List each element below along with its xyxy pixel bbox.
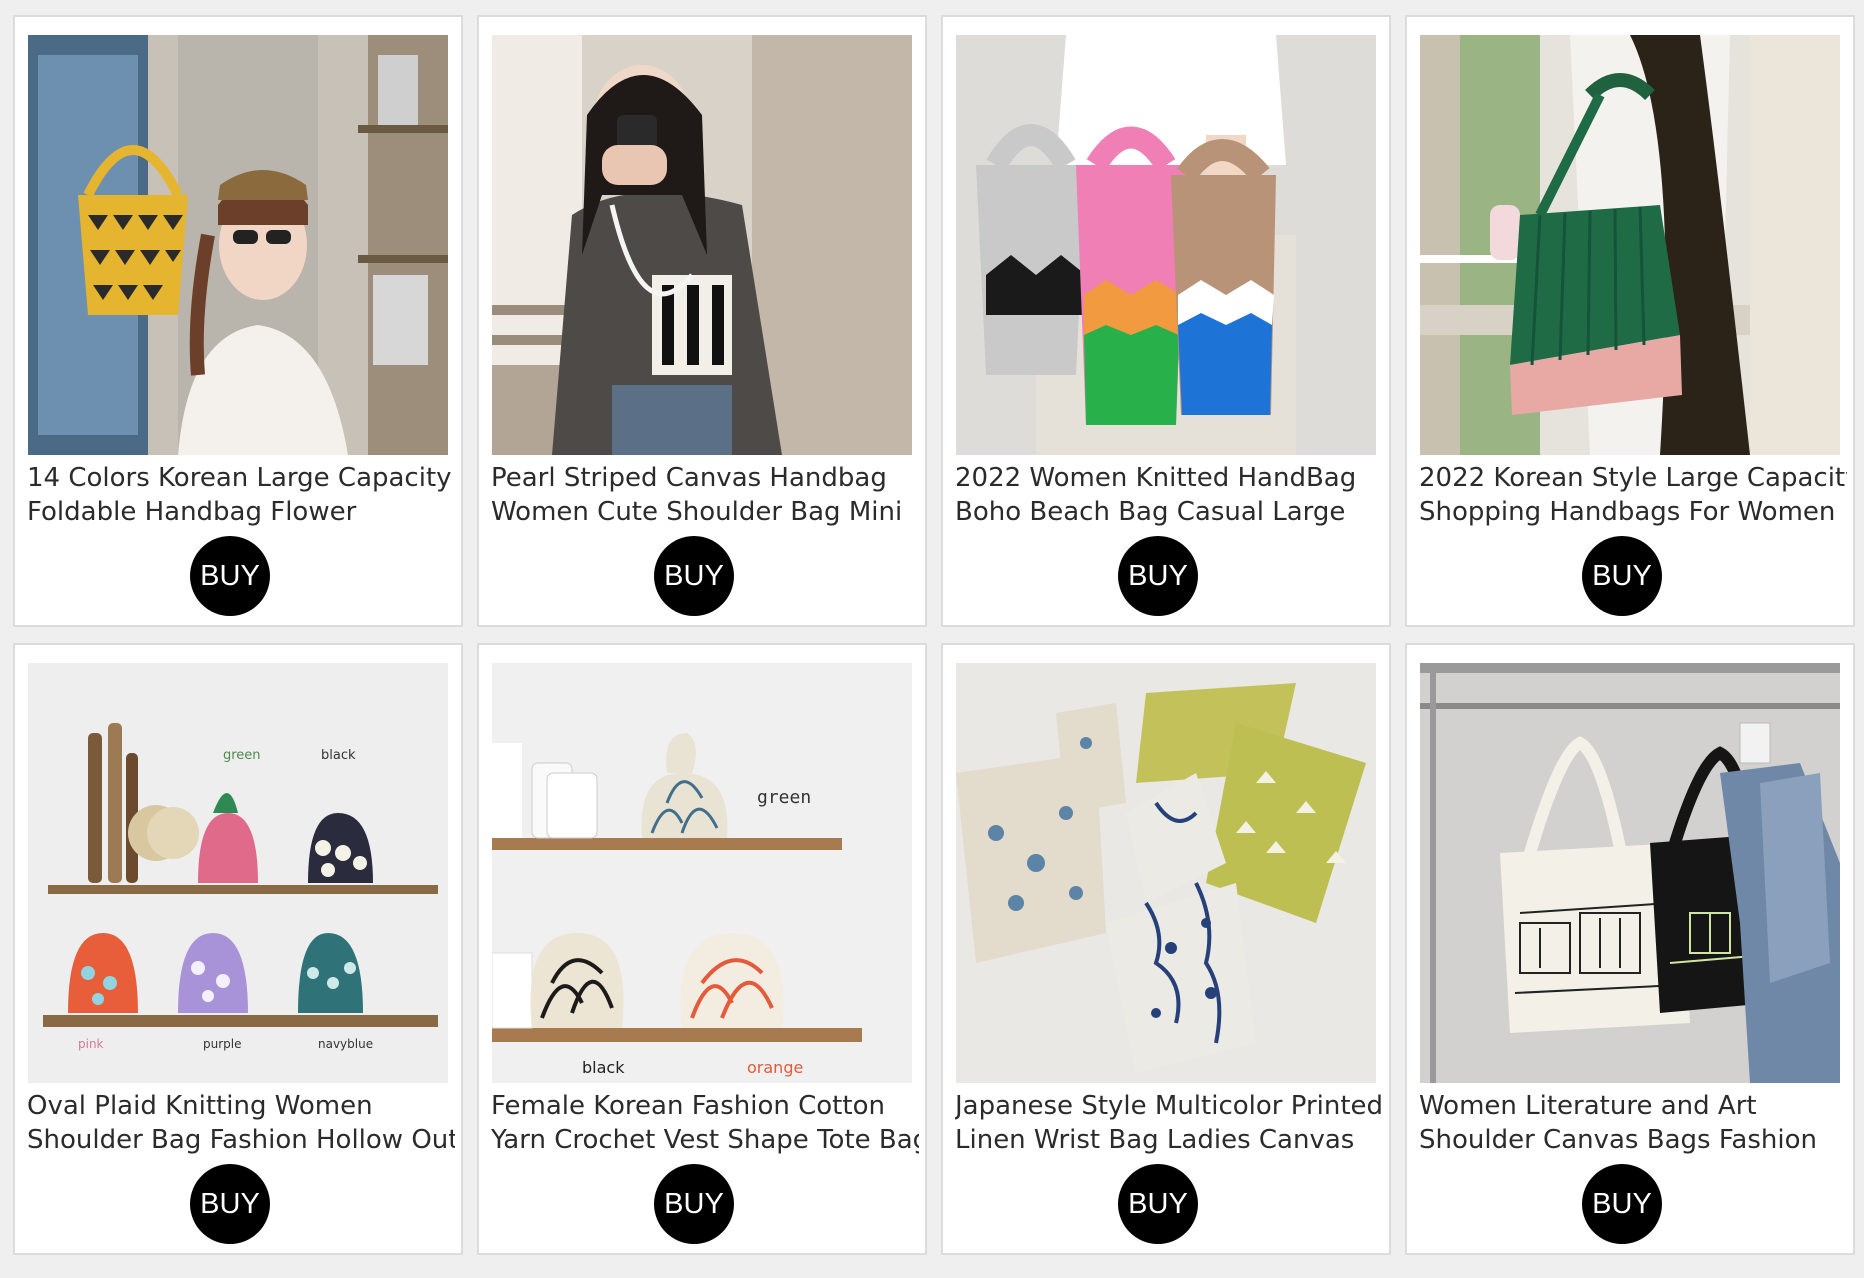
product-title[interactable]: Oval Plaid Knitting Women Shoulder Bag F…	[27, 1089, 455, 1157]
photo-label: green	[223, 748, 261, 763]
product-title-line: Linen Wrist Bag Ladies Canvas	[955, 1125, 1355, 1155]
product-card[interactable]: Women Literature and Art Shoulder Canvas…	[1405, 643, 1855, 1255]
product-photo[interactable]	[492, 35, 912, 455]
product-photo[interactable]	[956, 35, 1376, 455]
product-photo[interactable]: green black pink purple navyblue	[28, 663, 448, 1083]
product-photo[interactable]: green black orange	[492, 663, 912, 1083]
product-title-line: Female Korean Fashion Cotton	[491, 1091, 885, 1121]
product-title-line: Boho Beach Bag Casual Large	[955, 497, 1346, 527]
product-photo[interactable]	[28, 35, 448, 455]
product-photo[interactable]	[956, 663, 1376, 1083]
product-title-line: Foldable Handbag Flower	[27, 497, 357, 527]
product-title-line: Women Literature and Art	[1419, 1091, 1757, 1121]
photo-label: purple	[203, 1037, 242, 1051]
buy-button[interactable]: BUY	[1118, 536, 1198, 616]
photo-label: black	[582, 1058, 625, 1077]
product-grid: 14 Colors Korean Large Capacity Foldable…	[13, 15, 1855, 1255]
product-card[interactable]: green black pink purple navyblue Oval Pl…	[13, 643, 463, 1255]
product-title[interactable]: 14 Colors Korean Large Capacity Foldable…	[27, 461, 455, 529]
product-title[interactable]: 2022 Women Knitted HandBag Boho Beach Ba…	[955, 461, 1383, 529]
photo-label: navyblue	[318, 1037, 373, 1051]
product-title-line: 2022 Women Knitted HandBag	[955, 463, 1357, 493]
product-title-line: Japanese Style Multicolor Printed	[955, 1091, 1383, 1121]
product-photo[interactable]	[1420, 663, 1840, 1083]
product-card[interactable]: Japanese Style Multicolor Printed Linen …	[941, 643, 1391, 1255]
product-title-line: Pearl Striped Canvas Handbag	[491, 463, 887, 493]
buy-button[interactable]: BUY	[190, 1164, 270, 1244]
product-title-line: Yarn Crochet Vest Shape Tote Bag	[491, 1125, 919, 1155]
photo-label: black	[321, 748, 356, 763]
product-title-line: Women Cute Shoulder Bag Mini	[491, 497, 903, 527]
product-title-line: Shoulder Canvas Bags Fashion	[1419, 1125, 1817, 1155]
product-title-line: Shoulder Bag Fashion Hollow Out	[27, 1125, 455, 1155]
product-card[interactable]: 14 Colors Korean Large Capacity Foldable…	[13, 15, 463, 627]
buy-button[interactable]: BUY	[190, 536, 270, 616]
photo-label: pink	[78, 1037, 104, 1051]
buy-button[interactable]: BUY	[1582, 536, 1662, 616]
product-title[interactable]: Pearl Striped Canvas Handbag Women Cute …	[491, 461, 919, 529]
product-title[interactable]: Female Korean Fashion Cotton Yarn Croche…	[491, 1089, 919, 1157]
product-title[interactable]: 2022 Korean Style Large Capacity Shoppin…	[1419, 461, 1847, 529]
product-title[interactable]: Women Literature and Art Shoulder Canvas…	[1419, 1089, 1847, 1157]
product-title-line: 14 Colors Korean Large Capacity	[27, 463, 452, 493]
product-card[interactable]: Pearl Striped Canvas Handbag Women Cute …	[477, 15, 927, 627]
product-title[interactable]: Japanese Style Multicolor Printed Linen …	[955, 1089, 1383, 1157]
photo-label: orange	[747, 1058, 803, 1077]
product-card[interactable]: green black orange Female Korean Fashion…	[477, 643, 927, 1255]
buy-button[interactable]: BUY	[1582, 1164, 1662, 1244]
product-title-line: Shopping Handbags For Women	[1419, 497, 1836, 527]
product-card[interactable]: 2022 Korean Style Large Capacity Shoppin…	[1405, 15, 1855, 627]
buy-button[interactable]: BUY	[654, 1164, 734, 1244]
product-title-line: Oval Plaid Knitting Women	[27, 1091, 373, 1121]
buy-button[interactable]: BUY	[1118, 1164, 1198, 1244]
buy-button[interactable]: BUY	[654, 536, 734, 616]
photo-label: green	[757, 787, 811, 808]
product-title-line: 2022 Korean Style Large Capacity	[1419, 463, 1847, 493]
product-card[interactable]: 2022 Women Knitted HandBag Boho Beach Ba…	[941, 15, 1391, 627]
product-photo[interactable]	[1420, 35, 1840, 455]
